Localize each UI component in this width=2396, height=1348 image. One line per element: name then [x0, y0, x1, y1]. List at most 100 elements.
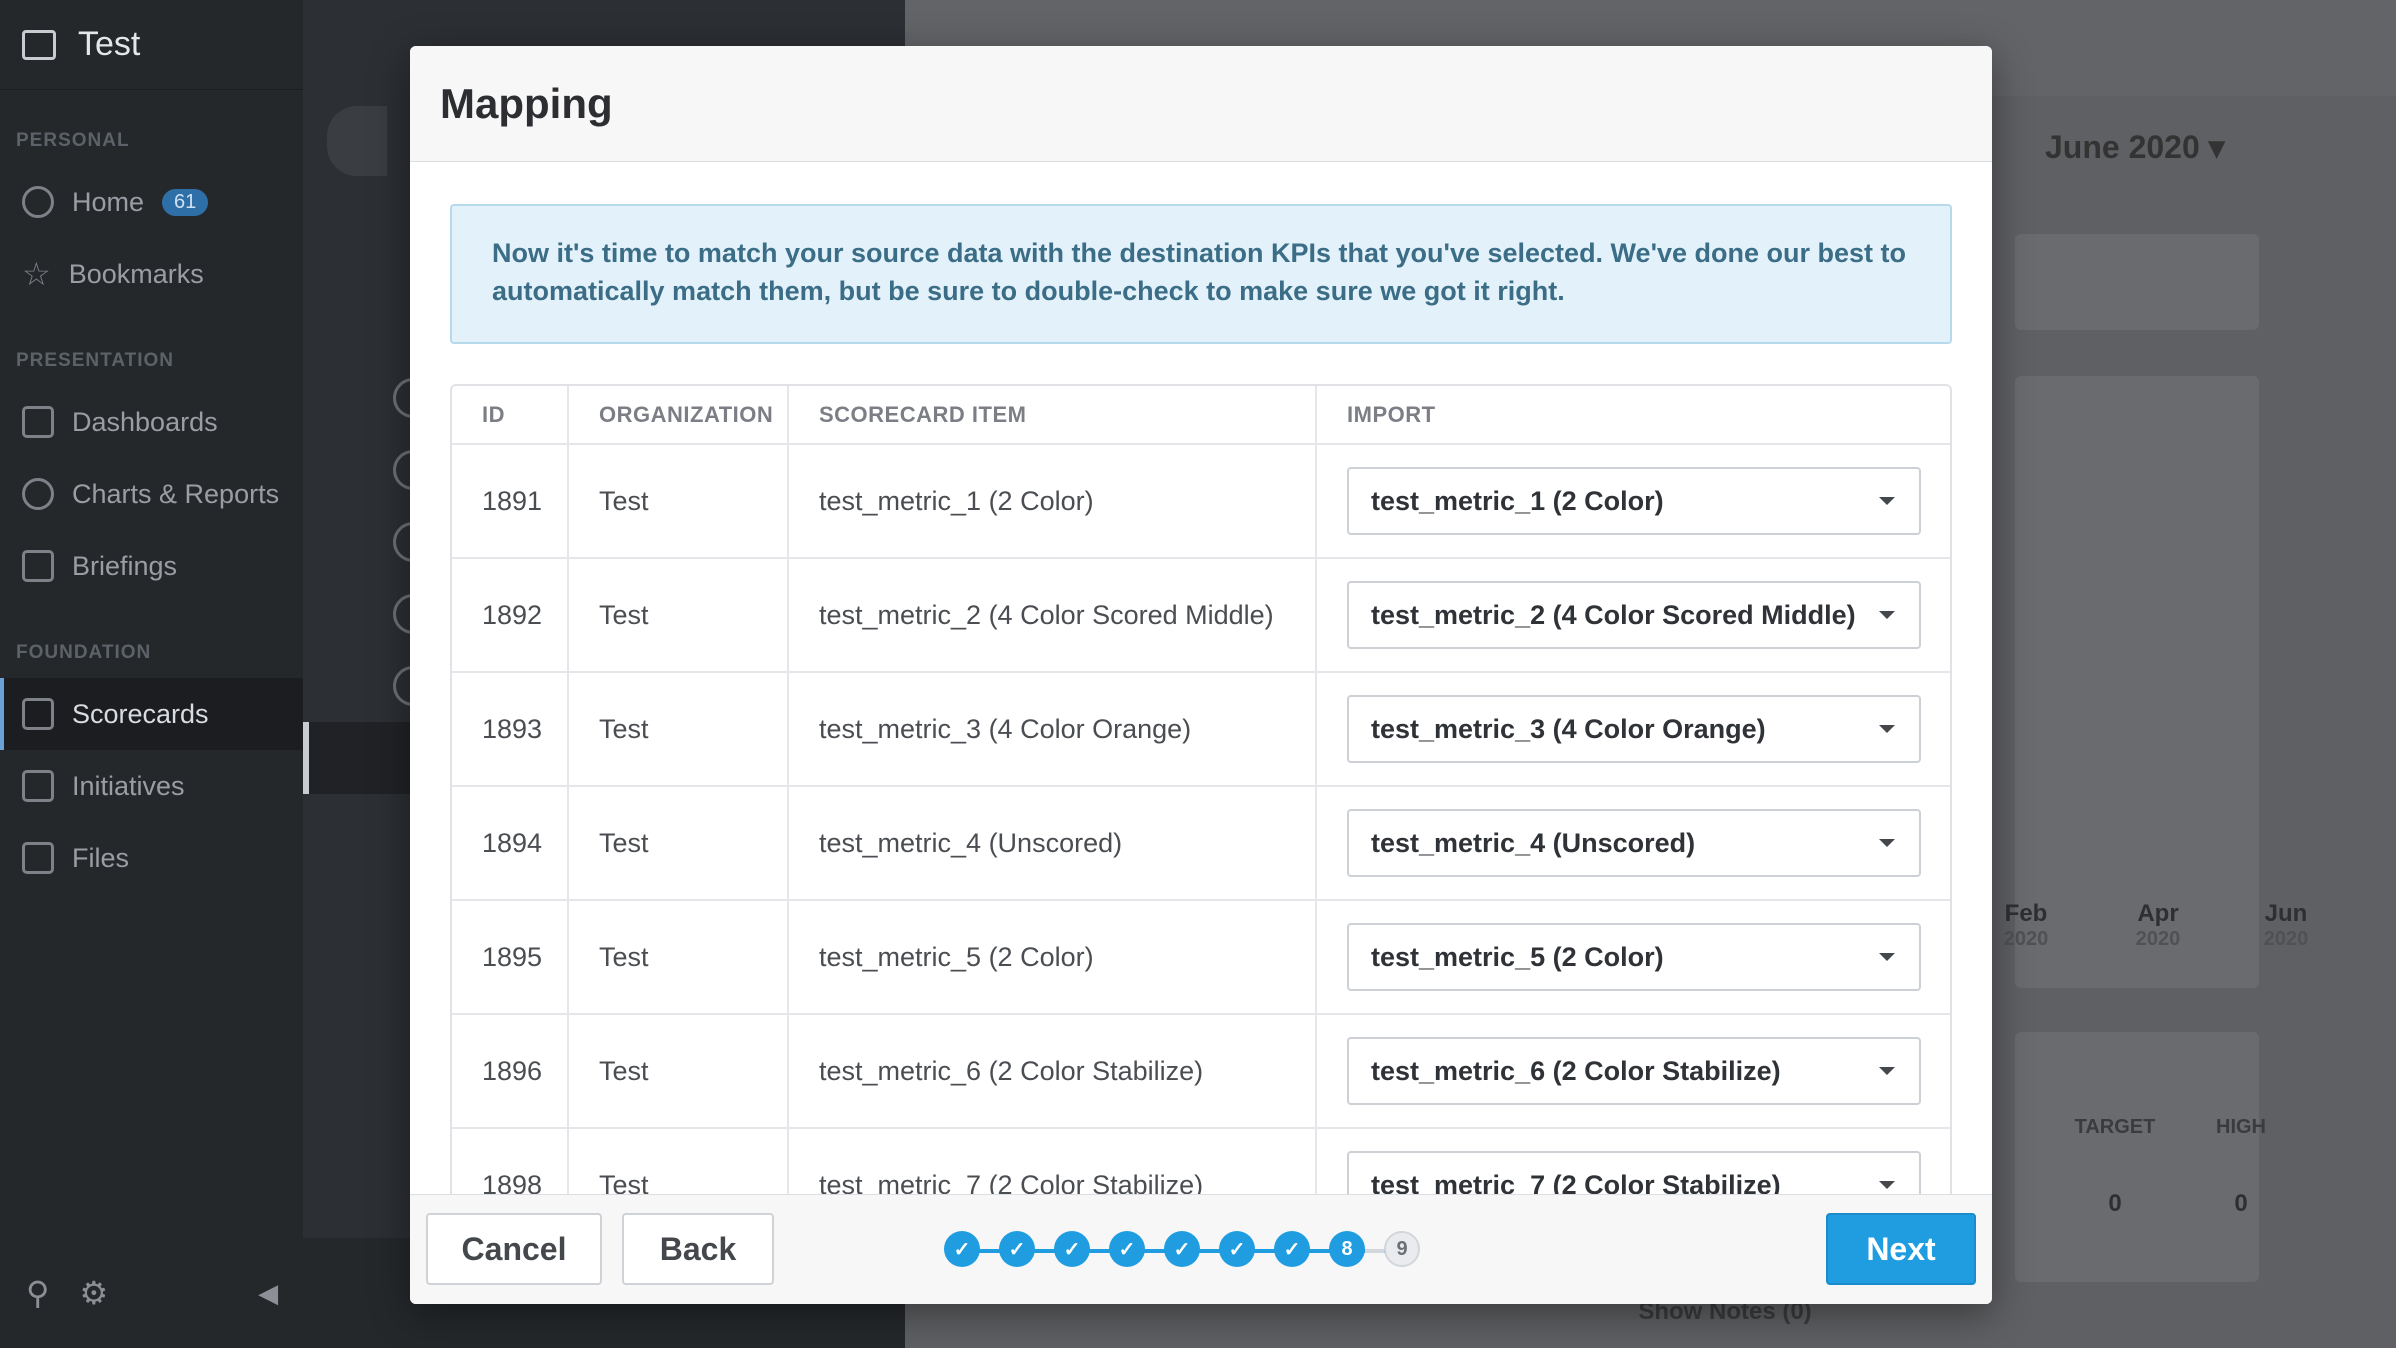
target-column-header: TARGET: [2074, 1116, 2156, 1138]
axis-label: Jun 2020: [2263, 900, 2309, 950]
back-button[interactable]: Back: [622, 1213, 774, 1285]
import-select-value: test_metric_1 (2 Color): [1371, 485, 1664, 516]
star-icon: ☆: [22, 256, 51, 292]
caret-down-icon: [1879, 611, 1895, 619]
tree-search-button[interactable]: [327, 106, 387, 176]
sidebar-item-dashboards[interactable]: Dashboards: [0, 386, 303, 458]
scorecard-icon: [22, 698, 54, 730]
sidebar-item-label: Bookmarks: [68, 258, 204, 289]
cell-id: 1895: [452, 900, 568, 1015]
period-label: June 2020: [2045, 129, 2200, 165]
sidebar-item-home[interactable]: Home 61: [0, 166, 303, 238]
section-personal: PERSONAL: [16, 130, 130, 151]
summary-card: [2015, 234, 2259, 330]
column-header-id: ID: [452, 386, 568, 445]
caret-down-icon: [1879, 1181, 1895, 1189]
cell-id: 1893: [452, 672, 568, 787]
import-select-value: test_metric_3 (4 Color Orange): [1371, 713, 1766, 744]
sidebar-item-files[interactable]: Files: [0, 822, 303, 894]
book-icon: [22, 550, 54, 582]
org-name: Test: [78, 25, 141, 63]
sidebar-item-briefings[interactable]: Briefings: [0, 530, 303, 602]
import-select-value: test_metric_4 (Unscored): [1371, 827, 1696, 858]
import-select[interactable]: test_metric_3 (4 Color Orange): [1347, 695, 1921, 763]
cell-id: 1894: [452, 786, 568, 901]
caret-down-icon: [1879, 497, 1895, 505]
modal-footer: Cancel Back ✓ ✓ ✓ ✓ ✓ ✓ ✓ 8 9 Next: [410, 1194, 1992, 1304]
cell-scorecard-item: test_metric_5 (2 Color): [787, 900, 1316, 1015]
gear-icon[interactable]: ⚙: [79, 1274, 108, 1312]
sidebar-item-scorecards[interactable]: Scorecards: [0, 678, 303, 750]
step-complete-check-icon[interactable]: ✓: [999, 1231, 1035, 1267]
cell-organization: Test: [567, 672, 788, 787]
import-select-value: test_metric_6 (2 Color Stabilize): [1371, 1055, 1781, 1086]
sidebar-item-charts[interactable]: Charts & Reports: [0, 458, 303, 530]
targets-card: [2015, 1032, 2259, 1282]
cell-id: 1892: [452, 558, 568, 673]
step-complete-check-icon[interactable]: ✓: [1109, 1231, 1145, 1267]
pie-chart-icon: [22, 478, 54, 510]
cell-organization: Test: [567, 1128, 788, 1194]
step-current[interactable]: 8: [1329, 1231, 1365, 1267]
sidebar-item-label: Briefings: [72, 550, 178, 581]
mapping-modal: Mapping Now it's time to match your sour…: [410, 46, 1992, 1304]
section-presentation: PRESENTATION: [16, 350, 175, 371]
import-select[interactable]: test_metric_7 (2 Color Stabilize): [1347, 1151, 1921, 1194]
step-complete-check-icon[interactable]: ✓: [1219, 1231, 1255, 1267]
modal-header: Mapping: [410, 46, 1992, 162]
table-row: 1898 Test test_metric_7 (2 Color Stabilize…: [452, 1128, 1950, 1194]
cell-organization: Test: [567, 786, 788, 901]
table-header-row: ID ORGANIZATION SCORECARD ITEM IMPORT: [452, 386, 1950, 445]
import-select[interactable]: test_metric_6 (2 Color Stabilize): [1347, 1037, 1921, 1105]
user-icon: [22, 186, 54, 218]
caret-down-icon: [1879, 953, 1895, 961]
step-complete-check-icon[interactable]: ✓: [1274, 1231, 1310, 1267]
sidebar-item-initiatives[interactable]: Initiatives: [0, 750, 303, 822]
cell-import: test_metric_6 (2 Color Stabilize): [1315, 1014, 1950, 1129]
step-pending[interactable]: 9: [1384, 1231, 1420, 1267]
dashboard-icon: [22, 406, 54, 438]
sidebar-item-label: Initiatives: [72, 770, 185, 801]
step-complete-check-icon[interactable]: ✓: [944, 1231, 980, 1267]
section-foundation: FOUNDATION: [16, 642, 152, 663]
import-select[interactable]: test_metric_1 (2 Color): [1347, 467, 1921, 535]
org-switcher[interactable]: Test: [0, 0, 303, 90]
chart-card: [2015, 376, 2259, 988]
cell-scorecard-item: test_metric_2 (4 Color Scored Middle): [787, 558, 1316, 673]
search-icon[interactable]: ⚲: [26, 1274, 49, 1312]
caret-down-icon: [1879, 839, 1895, 847]
import-select[interactable]: test_metric_5 (2 Color): [1347, 923, 1921, 991]
modal-title: Mapping: [440, 79, 613, 127]
cell-import: test_metric_4 (Unscored): [1315, 786, 1950, 901]
step-complete-check-icon[interactable]: ✓: [1164, 1231, 1200, 1267]
cell-organization: Test: [567, 444, 788, 559]
file-icon: [22, 842, 54, 874]
app-sidebar: Test PERSONAL Home 61 ☆ Bookmarks PRESEN…: [0, 0, 303, 1348]
cell-import: test_metric_5 (2 Color): [1315, 900, 1950, 1015]
cell-import: test_metric_1 (2 Color): [1315, 444, 1950, 559]
collapse-icon[interactable]: ◀: [258, 1278, 278, 1309]
stepper-pending-line: [1365, 1249, 1384, 1253]
column-header-organization: ORGANIZATION: [567, 386, 788, 445]
wizard-stepper: ✓ ✓ ✓ ✓ ✓ ✓ ✓ 8 9: [944, 1231, 1644, 1271]
home-count-badge: 61: [162, 188, 209, 216]
caret-down-icon: [1879, 1067, 1895, 1075]
checkbox-icon: [22, 770, 54, 802]
sidebar-item-label: Dashboards: [72, 406, 218, 437]
sidebar-item-label: Scorecards: [72, 698, 209, 729]
next-button[interactable]: Next: [1826, 1213, 1976, 1285]
table-row: 1895 Test test_metric_5 (2 Color) test_metr…: [452, 900, 1950, 1015]
import-select[interactable]: test_metric_4 (Unscored): [1347, 809, 1921, 877]
table-row: 1891 Test test_metric_1 (2 Color) test_metr…: [452, 444, 1950, 559]
info-alert: Now it's time to match your source data …: [450, 204, 1952, 344]
sidebar-item-bookmarks[interactable]: ☆ Bookmarks: [0, 238, 303, 310]
sidebar-item-label: Files: [72, 842, 130, 873]
modal-body[interactable]: Now it's time to match your source data …: [410, 162, 1992, 1194]
period-selector[interactable]: June 2020 ▾: [2045, 128, 2225, 166]
step-complete-check-icon[interactable]: ✓: [1054, 1231, 1090, 1267]
briefcase-icon: [22, 29, 56, 60]
cancel-button[interactable]: Cancel: [426, 1213, 602, 1285]
cell-id: 1891: [452, 444, 568, 559]
import-select[interactable]: test_metric_2 (4 Color Scored Middle): [1347, 581, 1921, 649]
cell-import: test_metric_2 (4 Color Scored Middle): [1315, 558, 1950, 673]
